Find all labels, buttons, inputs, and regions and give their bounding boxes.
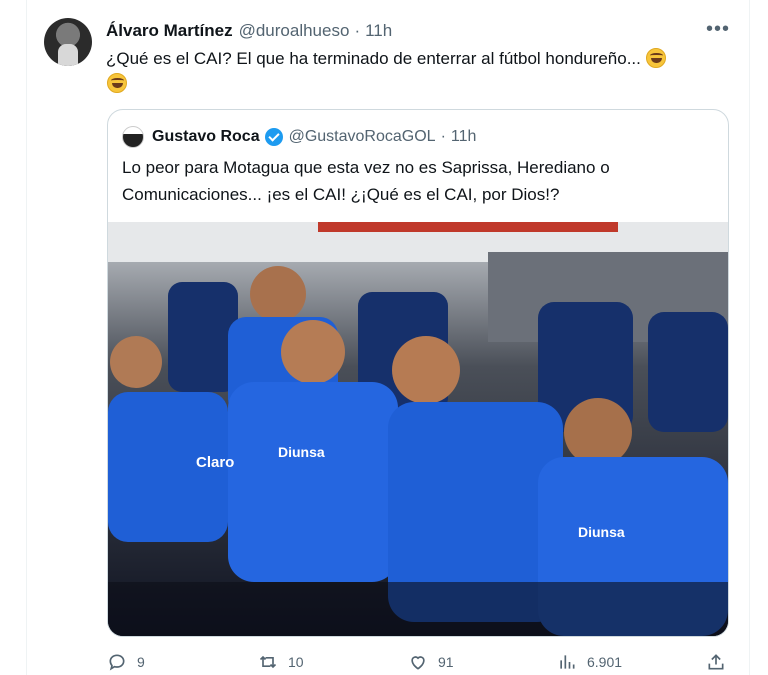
quote-author-avatar xyxy=(122,126,144,148)
author-name[interactable]: Álvaro Martínez xyxy=(106,21,233,41)
more-icon[interactable]: ••• xyxy=(706,18,730,41)
author-handle[interactable]: @duroalhueso xyxy=(239,21,350,41)
quote-author-name: Gustavo Roca xyxy=(152,128,260,145)
quote-author-handle: @GustavoRocaGOL xyxy=(288,128,436,145)
like-icon xyxy=(411,656,425,670)
quote-time: 11h xyxy=(450,128,477,145)
views-button[interactable]: 6.901 xyxy=(557,651,622,673)
tweet-header: Álvaro Martínez @duroalhueso · 11h xyxy=(106,20,392,42)
share-button[interactable] xyxy=(706,651,736,673)
repost-button[interactable]: 10 xyxy=(258,651,304,673)
like-count: 91 xyxy=(438,654,454,670)
tweet-text-body: ¿Qué es el CAI? El que ha terminado de e… xyxy=(106,49,641,68)
share-icon xyxy=(708,654,724,670)
reply-icon xyxy=(109,654,125,671)
reply-button[interactable]: 9 xyxy=(107,651,145,673)
repost-icon xyxy=(259,655,277,669)
action-bar: 9 10 91 6.901 xyxy=(0,651,768,673)
tweet-text: ¿Qué es el CAI? El que ha terminado de e… xyxy=(106,46,726,72)
tweet-time[interactable]: 11h xyxy=(365,21,392,41)
sponsor-label: Claro xyxy=(196,454,234,471)
rofl-emoji-icon xyxy=(645,48,666,68)
like-button[interactable]: 91 xyxy=(408,651,454,673)
verified-icon xyxy=(264,128,283,146)
quote-header: Gustavo Roca @GustavoRocaGOL · 11h xyxy=(122,126,476,148)
sponsor-label: Diunsa xyxy=(578,524,625,540)
separator: · xyxy=(354,21,361,40)
quote-text: Lo peor para Motagua que esta vez no es … xyxy=(122,158,610,204)
quote-separator: · xyxy=(440,128,446,145)
quoted-tweet[interactable]: Gustavo Roca @GustavoRocaGOL · 11h Lo pe… xyxy=(107,109,729,637)
sponsor-label: Diunsa xyxy=(278,444,325,460)
reply-count: 9 xyxy=(137,654,145,670)
quote-photo[interactable]: Diunsa Claro Diunsa xyxy=(108,222,728,636)
author-avatar[interactable] xyxy=(44,18,92,66)
views-icon xyxy=(560,655,575,669)
bench-photo-illustration: Diunsa Claro Diunsa xyxy=(108,222,728,636)
views-count: 6.901 xyxy=(587,654,623,670)
rofl-emoji-icon xyxy=(107,73,127,93)
repost-count: 10 xyxy=(288,654,304,670)
